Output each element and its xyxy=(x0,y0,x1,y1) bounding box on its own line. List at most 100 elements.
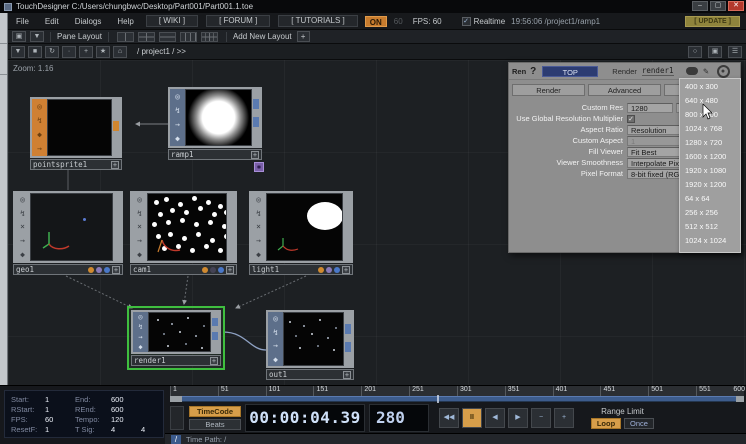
minimize-button[interactable]: – xyxy=(692,1,708,11)
forum-link[interactable]: [ FORUM ] xyxy=(206,15,270,27)
back-icon[interactable]: ▼ xyxy=(11,46,25,58)
frame-display[interactable]: 280 xyxy=(369,404,429,432)
parameter-dialog[interactable]: Ren ? TOP Render render1 ✎ ● Render Adva… xyxy=(508,62,741,253)
resolution-menu-item[interactable]: 400 x 300 xyxy=(680,80,740,94)
pickable-flag-dot[interactable] xyxy=(104,267,110,273)
timeline-settings-panel[interactable]: Start:1 End:600 RStart:1 REnd:600 FPS:60… xyxy=(4,390,164,438)
tab-render[interactable]: Render xyxy=(512,84,585,96)
display-icon[interactable]: ◎ xyxy=(137,195,142,204)
resolution-menu-item[interactable]: 512 x 512 xyxy=(680,220,740,234)
node-light1[interactable]: ◎ ↯ × → ◆ light1 xyxy=(249,191,353,275)
frame-decrement-button[interactable]: − xyxy=(531,408,551,428)
help-button[interactable]: ? xyxy=(530,66,536,77)
frame-increment-button[interactable]: + xyxy=(554,408,574,428)
node-pointsprite1[interactable]: ◎ ↯ ◆ → pointsprite1 + xyxy=(30,97,122,170)
display-flag-dot[interactable] xyxy=(96,267,102,273)
op-family-button[interactable]: TOP xyxy=(542,66,598,77)
export-icon[interactable]: → xyxy=(138,333,142,341)
display-icon[interactable]: ◎ xyxy=(138,313,142,321)
bookmark-icon[interactable]: ▣ xyxy=(12,31,26,42)
resolution-menu[interactable]: 400 x 300640 x 480800 x 6001024 x 768128… xyxy=(679,78,741,253)
resolution-menu-item[interactable]: 1024 x 1024 xyxy=(680,234,740,248)
export-icon[interactable]: → xyxy=(273,341,278,350)
menu-dialogs[interactable]: Dialogs xyxy=(67,17,110,26)
flag-icon[interactable]: ↯ xyxy=(256,209,261,218)
add-layout-button[interactable]: + xyxy=(297,31,310,42)
display-icon[interactable]: ◎ xyxy=(256,195,261,204)
loop-button[interactable]: Loop xyxy=(591,418,621,429)
flag-icon[interactable]: ↯ xyxy=(20,209,25,218)
display-icon[interactable]: ◎ xyxy=(37,102,42,111)
resolution-menu-item[interactable]: 256 x 256 xyxy=(680,206,740,220)
lock-icon[interactable]: ◆ xyxy=(20,250,25,259)
expand-button[interactable]: + xyxy=(251,151,259,159)
expand-button[interactable]: + xyxy=(342,266,350,274)
output-connector[interactable] xyxy=(345,324,351,334)
output-connector[interactable] xyxy=(113,121,119,131)
menu-help[interactable]: Help xyxy=(109,17,141,26)
step-forward-button[interactable]: ▶ xyxy=(508,408,528,428)
node-label-bar[interactable]: cam1 + xyxy=(130,264,237,275)
reload-icon[interactable]: ↻ xyxy=(45,46,59,58)
output-connector[interactable] xyxy=(253,117,259,127)
update-button[interactable]: [ UPDATE ] xyxy=(685,16,740,27)
resolution-menu-item[interactable]: 640 x 480 xyxy=(680,94,740,108)
tab-advanced[interactable]: Advanced xyxy=(588,84,661,96)
resolution-menu-item[interactable]: 64 x 64 xyxy=(680,192,740,206)
node-label-bar[interactable]: light1 + xyxy=(249,264,353,275)
resolution-menu-item[interactable]: 1600 x 1200 xyxy=(680,150,740,164)
display-icon[interactable]: ◎ xyxy=(175,92,180,101)
slash-icon[interactable]: / xyxy=(171,435,181,444)
timeline-options-button[interactable] xyxy=(170,406,184,430)
node-label-bar[interactable]: geo1 + xyxy=(13,264,123,275)
pencil-icon[interactable]: ✎ xyxy=(700,66,713,77)
save-layout-icon[interactable]: ▼ xyxy=(30,31,44,42)
output-connector[interactable] xyxy=(253,99,259,109)
star-icon[interactable]: ★ xyxy=(96,46,110,58)
export-icon[interactable]: → xyxy=(256,236,261,245)
op-name-field[interactable]: render1 xyxy=(642,66,674,76)
resolution-menu-item[interactable]: 1920 x 1200 xyxy=(680,178,740,192)
once-button[interactable]: Once xyxy=(624,418,654,429)
node-ramp1[interactable]: ◎ ↯ → ◆ ramp1 + ✱ xyxy=(168,87,262,160)
cam1-viewer[interactable] xyxy=(147,193,227,261)
timecode-mode-button[interactable]: TimeCode xyxy=(189,406,241,417)
expand-button[interactable]: + xyxy=(210,357,218,365)
pickable-flag-dot[interactable] xyxy=(334,267,340,273)
node-render1[interactable]: ◎ ↯ → ◆ render1 + xyxy=(131,310,221,366)
resolution-menu-item[interactable]: 1024 x 768 xyxy=(680,122,740,136)
resolution-menu-item[interactable]: 1280 x 720 xyxy=(680,136,740,150)
render-flag-dot[interactable] xyxy=(88,267,94,273)
bypass-icon[interactable]: × xyxy=(137,222,142,231)
comment-flag-icon[interactable]: ✱ xyxy=(254,162,264,172)
node-geo1[interactable]: ◎ ↯ × → ◆ geo1 xyxy=(13,191,123,275)
menu-edit[interactable]: Edit xyxy=(37,17,67,26)
node-label-bar[interactable]: render1 + xyxy=(131,355,221,366)
pickable-flag-dot[interactable] xyxy=(218,267,224,273)
node-label-bar[interactable]: out1 + xyxy=(266,369,354,380)
lock-icon[interactable]: ◆ xyxy=(256,250,261,259)
flag-icon[interactable]: ↯ xyxy=(175,106,180,115)
ramp1-viewer[interactable] xyxy=(185,89,252,146)
maximize-button[interactable]: ▢ xyxy=(710,1,726,11)
node-out1[interactable]: ◎ ↯ → ◆ out1 + xyxy=(266,310,354,380)
node-label-bar[interactable]: pointsprite1 + xyxy=(30,159,122,170)
output-connector[interactable] xyxy=(212,332,218,340)
export-icon[interactable]: → xyxy=(20,236,25,245)
dot-icon[interactable]: · xyxy=(62,46,76,58)
timeline-ruler[interactable]: 151101151201251301351401451501551 xyxy=(170,386,744,396)
light1-viewer[interactable] xyxy=(266,193,343,261)
expand-button[interactable]: + xyxy=(112,266,120,274)
bypass-icon[interactable]: × xyxy=(256,222,261,231)
export-icon[interactable]: → xyxy=(175,120,180,129)
tutorials-link[interactable]: [ TUTORIALS ] xyxy=(278,15,358,27)
close-button[interactable]: ✕ xyxy=(728,1,744,11)
flag-icon[interactable]: ↯ xyxy=(273,328,278,337)
flag-icon[interactable]: ↯ xyxy=(137,209,142,218)
lock-icon[interactable]: ◆ xyxy=(138,343,142,351)
beats-mode-button[interactable]: Beats xyxy=(189,419,241,430)
pane-menu-icon[interactable]: ☰ xyxy=(728,46,742,58)
split-pane-icon[interactable]: ▣ xyxy=(708,46,722,58)
pane-layout-preset-5[interactable] xyxy=(201,32,218,42)
custom-res-width-field[interactable]: 1280 xyxy=(627,103,673,113)
